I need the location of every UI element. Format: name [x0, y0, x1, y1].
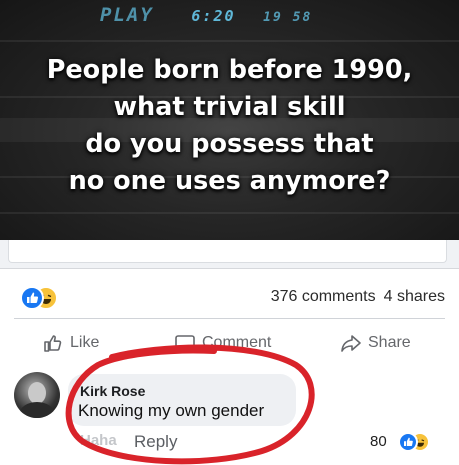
stats-divider — [14, 318, 445, 319]
avatar-body — [20, 402, 54, 418]
commenter-avatar[interactable] — [14, 372, 60, 418]
engagement-counts: 376 comments 4 shares — [271, 288, 445, 306]
link-preview-strip[interactable] — [0, 240, 459, 269]
commenter-name[interactable]: Kirk Rose — [80, 383, 145, 399]
shares-count[interactable]: 4 shares — [384, 288, 445, 305]
headline-line: no one uses anymore? — [68, 166, 391, 196]
share-label: Share — [368, 334, 411, 351]
like-reaction-icon — [398, 432, 418, 452]
headline-line: do you possess that — [85, 129, 374, 159]
avatar-face — [28, 382, 46, 404]
share-arrow-icon — [341, 335, 361, 352]
vcr-counter: 19 58 — [263, 10, 313, 25]
like-label: Like — [70, 334, 100, 351]
haha-react-link[interactable]: Haha — [80, 432, 117, 449]
headline-line: People born before 1990, — [46, 55, 413, 85]
comment-button[interactable]: Comment — [174, 328, 271, 358]
comment-reactions[interactable] — [398, 432, 434, 452]
thumbs-up-icon — [44, 335, 62, 352]
reply-link[interactable]: Reply — [134, 432, 177, 452]
comment-bubble: Kirk Rose Knowing my own gender — [68, 374, 296, 426]
vcr-time: 6:20 — [191, 7, 236, 25]
link-preview-card[interactable] — [8, 240, 447, 263]
meme-headline: People born before 1990, what trivial sk… — [0, 52, 459, 200]
comment-icon — [175, 335, 195, 353]
headline-line: what trivial skill — [113, 92, 346, 122]
vcr-display: PLAY 6:20 19 58 — [100, 4, 312, 26]
image-texture — [0, 40, 459, 42]
post-image[interactable]: PLAY 6:20 19 58 People born before 1990,… — [0, 0, 459, 240]
comment-text: Knowing my own gender — [78, 401, 265, 420]
post-action-bar: Like Comment Share — [0, 328, 459, 360]
comment-reaction-count: 80 — [370, 433, 387, 450]
comments-count[interactable]: 376 comments — [271, 288, 376, 305]
vcr-mode: PLAY — [100, 4, 154, 26]
post-stats: 376 comments 4 shares — [0, 280, 459, 314]
comment-label: Comment — [202, 334, 272, 351]
reaction-summary[interactable] — [20, 286, 66, 310]
comment-footer: Haha Reply 80 — [0, 426, 459, 462]
like-button[interactable]: Like — [42, 328, 99, 358]
like-reaction-icon — [20, 286, 44, 310]
share-button[interactable]: Share — [340, 328, 411, 358]
image-texture — [0, 212, 459, 214]
